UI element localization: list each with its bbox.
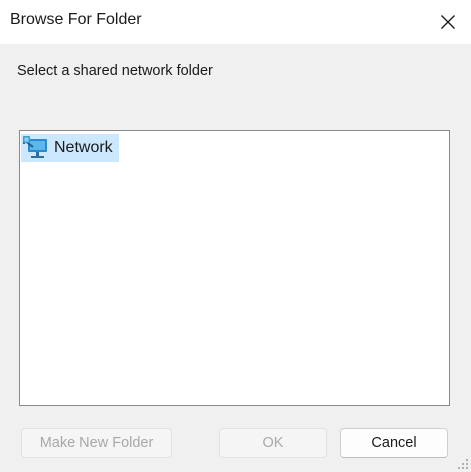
make-new-folder-button[interactable]: Make New Folder: [21, 428, 172, 458]
network-icon: [23, 136, 49, 160]
tree-item-network[interactable]: Network: [21, 134, 119, 162]
close-icon: [441, 15, 455, 29]
ok-button[interactable]: OK: [219, 428, 327, 458]
window-title: Browse For Folder: [10, 11, 142, 28]
instruction-label: Select a shared network folder: [17, 63, 213, 79]
cancel-button[interactable]: Cancel: [340, 428, 448, 458]
browse-for-folder-dialog: Browse For Folder Select a shared networ…: [0, 0, 471, 472]
close-button[interactable]: [425, 0, 471, 44]
tree-item-label: Network: [54, 139, 113, 156]
title-bar[interactable]: Browse For Folder: [0, 0, 471, 44]
folder-tree[interactable]: Network: [19, 130, 450, 406]
resize-grip-icon[interactable]: [457, 458, 469, 470]
